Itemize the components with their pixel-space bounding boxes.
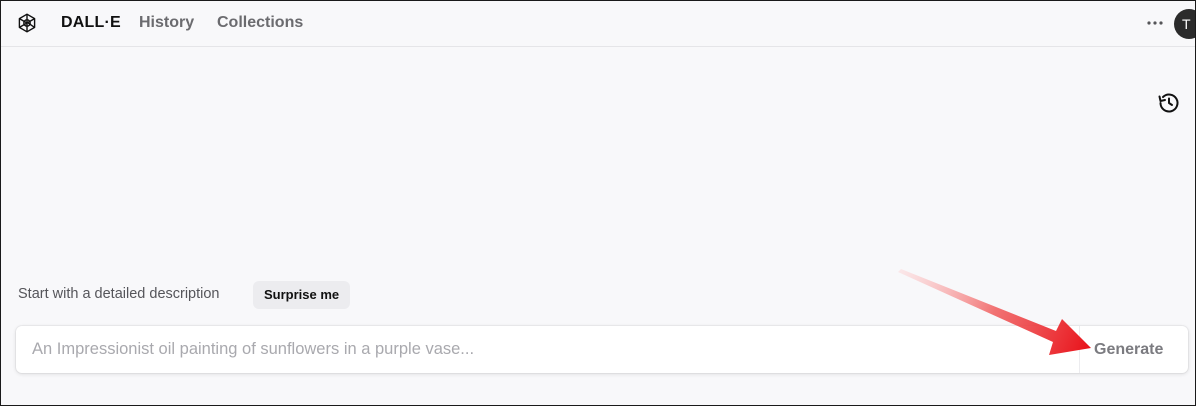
prompt-instruction-label: Start with a detailed description	[18, 286, 220, 302]
surprise-me-button[interactable]: Surprise me	[253, 281, 351, 309]
app-window: DALL·E History Collections T Start with …	[0, 0, 1196, 406]
top-navigation-bar: DALL·E History Collections T	[1, 1, 1195, 47]
more-horizontal-icon[interactable]	[1143, 11, 1167, 35]
openai-logo-icon[interactable]	[15, 11, 39, 35]
prompt-input[interactable]	[16, 326, 1056, 373]
brand-title[interactable]: DALL·E	[61, 14, 121, 32]
nav-collections-link[interactable]: Collections	[217, 14, 303, 32]
user-avatar[interactable]: T	[1174, 9, 1195, 39]
history-icon[interactable]	[1157, 91, 1181, 115]
prompt-bar: Generate	[16, 326, 1188, 373]
nav-history-link[interactable]: History	[139, 14, 194, 32]
generate-button[interactable]: Generate	[1080, 326, 1188, 373]
